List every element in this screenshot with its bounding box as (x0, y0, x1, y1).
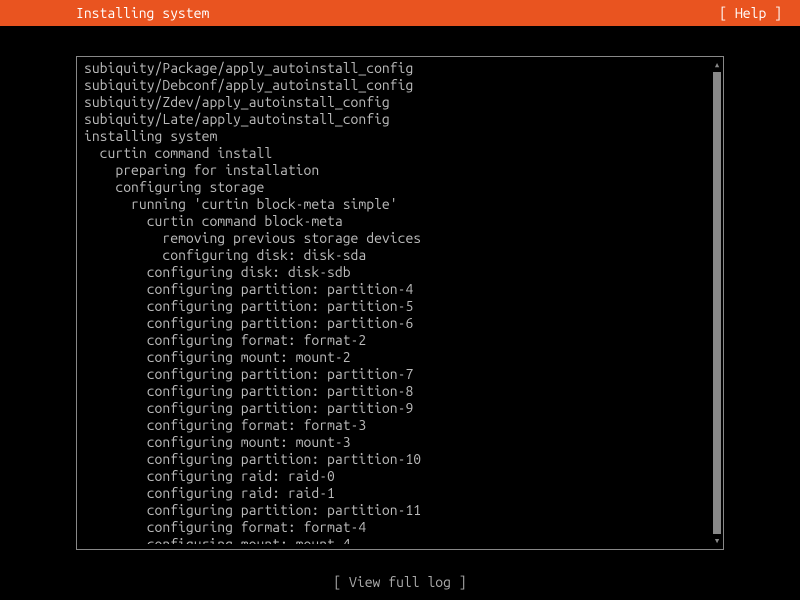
log-line: configuring disk: disk-sda (84, 247, 696, 264)
help-button[interactable]: [ Help ] (719, 5, 782, 21)
log-line: subiquity/Package/apply_autoinstall_conf… (84, 60, 696, 77)
log-line: subiquity/Debconf/apply_autoinstall_conf… (84, 77, 696, 94)
log-line: configuring disk: disk-sdb (84, 264, 696, 281)
log-line: configuring partition: partition-6 (84, 315, 696, 332)
log-panel: subiquity/Package/apply_autoinstall_conf… (84, 60, 696, 544)
log-line: installing system (84, 128, 696, 145)
scroll-down-icon[interactable]: ▾ (712, 536, 722, 546)
log-line: curtin command block-meta (84, 213, 696, 230)
view-full-log-button[interactable]: [ View full log ] (0, 574, 800, 590)
log-line: configuring raid: raid-1 (84, 485, 696, 502)
log-line: configuring mount: mount-2 (84, 349, 696, 366)
log-line: configuring mount: mount-3 (84, 434, 696, 451)
header-bar: Installing system [ Help ] (0, 0, 800, 26)
log-line: configuring format: format-4 (84, 519, 696, 536)
log-line: preparing for installation (84, 162, 696, 179)
log-line: configuring partition: partition-11 (84, 502, 696, 519)
log-line: subiquity/Late/apply_autoinstall_config (84, 111, 696, 128)
log-line: curtin command install (84, 145, 696, 162)
log-line: configuring storage (84, 179, 696, 196)
log-line: configuring partition: partition-4 (84, 281, 696, 298)
scrollbar-thumb[interactable] (713, 72, 721, 534)
log-line: removing previous storage devices (84, 230, 696, 247)
log-line: subiquity/Zdev/apply_autoinstall_config (84, 94, 696, 111)
log-line: running 'curtin block-meta simple' (84, 196, 696, 213)
log-line: configuring partition: partition-8 (84, 383, 696, 400)
log-line: configuring partition: partition-10 (84, 451, 696, 468)
log-line: configuring format: format-3 (84, 417, 696, 434)
page-title: Installing system (76, 5, 209, 21)
log-line: configuring partition: partition-9 (84, 400, 696, 417)
log-line: configuring partition: partition-5 (84, 298, 696, 315)
log-line: configuring raid: raid-0 (84, 468, 696, 485)
log-line: configuring format: format-2 (84, 332, 696, 349)
log-line: configuring mount: mount-4 - (84, 536, 696, 544)
log-line: configuring partition: partition-7 (84, 366, 696, 383)
scroll-up-icon[interactable]: ▴ (712, 60, 722, 70)
scrollbar[interactable]: ▴ ▾ (712, 60, 722, 546)
